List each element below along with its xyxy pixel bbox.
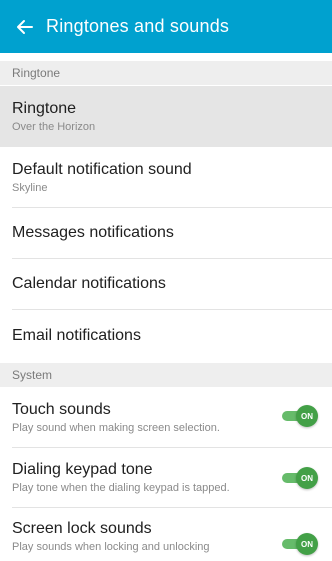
dialing-keypad-tone-toggle[interactable]: ON [282,467,318,489]
messages-notifications-title: Messages notifications [12,224,174,241]
section-header-ringtone: Ringtone [0,61,332,85]
ringtone-subtitle: Over the Horizon [12,121,96,133]
default-notification-subtitle: Skyline [12,181,48,194]
default-notification-title: Default notification sound [12,160,192,178]
ringtone-item[interactable]: Ringtone Over the Horizon [0,86,332,147]
toggle-knob: ON [296,467,318,489]
email-notifications-title: Email notifications [12,327,141,344]
back-button[interactable] [14,16,36,38]
calendar-notifications-title: Calendar notifications [12,275,166,292]
messages-notifications-item[interactable]: Messages notifications [0,208,332,258]
default-notification-sound-item[interactable]: Default notification sound Skyline [0,148,332,206]
calendar-notifications-item[interactable]: Calendar notifications [0,259,332,309]
toggle-knob: ON [296,405,318,427]
section-header-system: System [0,363,332,387]
page-title: Ringtones and sounds [46,16,230,36]
arrow-left-icon [17,19,33,34]
screen-lock-sounds-item[interactable]: Screen lock sounds Play sounds when lock… [0,508,332,561]
email-notifications-item[interactable]: Email notifications [0,310,332,362]
ringtone-title: Ringtone [12,100,77,117]
app-bar: Ringtones and sounds [0,0,332,53]
toggle-knob: ON [296,533,318,555]
touch-sounds-toggle[interactable]: ON [282,405,318,427]
screen-lock-sounds-toggle[interactable]: ON [282,533,318,555]
